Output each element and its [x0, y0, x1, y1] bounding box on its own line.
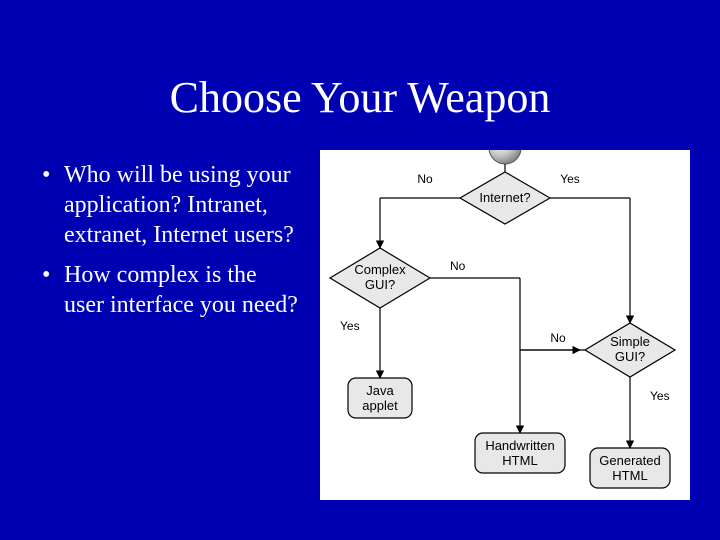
edge-label-yes: Yes	[560, 172, 580, 186]
decision-simple-gui-label1: Simple	[610, 334, 650, 349]
terminal-handwritten-label2: HTML	[502, 453, 537, 468]
decision-complex-gui-label1: Complex	[354, 262, 406, 277]
terminal-java-applet-label1: Java	[366, 383, 394, 398]
edge-label-yes: Yes	[340, 319, 360, 333]
edge-label-yes: Yes	[650, 389, 670, 403]
decision-internet-label: Internet?	[479, 190, 530, 205]
decision-simple-gui-label2: GUI?	[615, 349, 645, 364]
terminal-java-applet-label2: applet	[362, 398, 398, 413]
terminal-generated-label2: HTML	[612, 468, 647, 483]
bullet-item: How complex is the user interface you ne…	[42, 260, 302, 320]
edge-label-no: No	[417, 172, 433, 186]
flowchart-diagram: Internet? No Yes Complex GUI? No Yes Jav	[320, 150, 690, 500]
terminal-generated-label1: Generated	[599, 453, 660, 468]
edge-label-no: No	[550, 331, 566, 345]
edge-label-no: No	[450, 259, 466, 273]
terminal-handwritten-label1: Handwritten	[485, 438, 554, 453]
bullet-item: Who will be using your application? Intr…	[42, 160, 302, 250]
slide: Choose Your Weapon Who will be using you…	[0, 0, 720, 540]
bullet-list: Who will be using your application? Intr…	[42, 160, 302, 330]
start-node	[489, 150, 521, 164]
decision-complex-gui-label2: GUI?	[365, 277, 395, 292]
slide-title: Choose Your Weapon	[0, 72, 720, 123]
